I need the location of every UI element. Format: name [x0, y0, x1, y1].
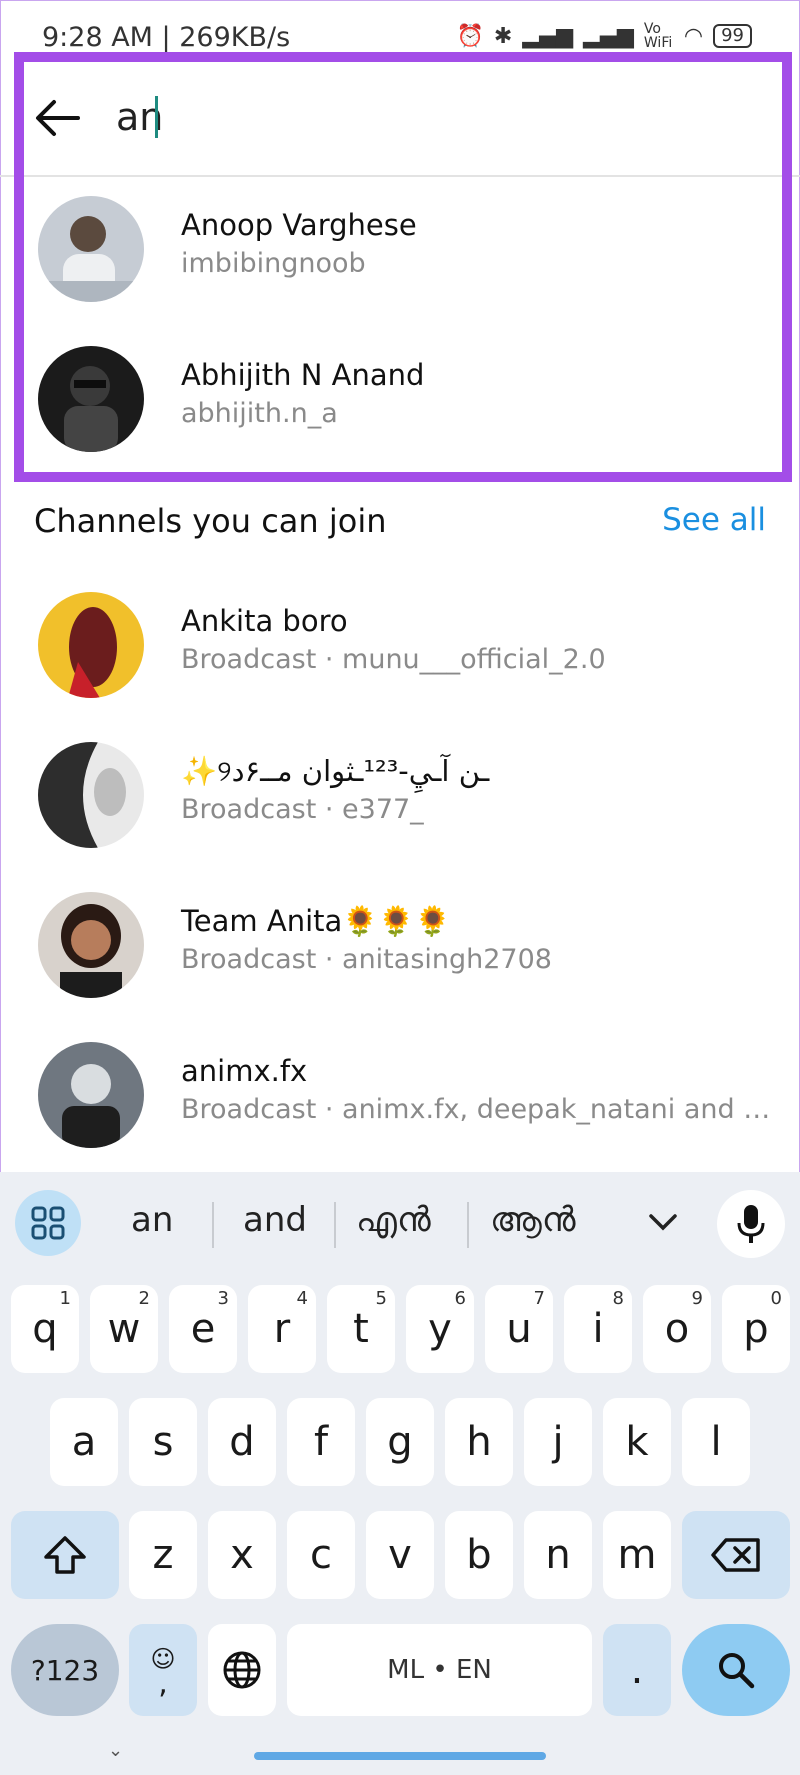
- backspace-icon: [711, 1538, 760, 1572]
- key-l[interactable]: l: [682, 1398, 750, 1486]
- channel-row[interactable]: ✨୨ـن آـيِ-¹²³ـثوان مــ۶د Broadcast · e37…: [0, 742, 800, 872]
- key-u[interactable]: u7: [485, 1285, 553, 1373]
- result-name: Anoop Varghese: [181, 208, 417, 242]
- channel-sub: Broadcast · anitasingh2708: [181, 944, 552, 975]
- key-m[interactable]: m: [603, 1511, 671, 1599]
- nav-chevron-down-icon[interactable]: ⌄: [108, 1740, 123, 1761]
- suggestion[interactable]: ആൻ: [490, 1200, 576, 1240]
- key-a[interactable]: a: [50, 1398, 118, 1486]
- channel-row[interactable]: animx.fx Broadcast · animx.fx, deepak_na…: [0, 1042, 800, 1172]
- channel-sub: Broadcast · munu___official_2.0: [181, 644, 606, 675]
- key-c[interactable]: c: [287, 1511, 355, 1599]
- channel-name: Team Anita🌻🌻🌻: [181, 904, 451, 938]
- key-e[interactable]: e3: [169, 1285, 237, 1373]
- signal-icon-2: ▂▄▆: [583, 23, 634, 49]
- avatar: [38, 742, 144, 848]
- chevron-down-icon[interactable]: [648, 1212, 678, 1234]
- result-username: imbibingnoob: [181, 248, 366, 279]
- status-time: 9:28 AM | 269KB/s: [42, 22, 291, 53]
- avatar: [38, 592, 144, 698]
- text-cursor: [155, 96, 158, 138]
- keyboard: an and എൻ ആൻ q1 w2 e3 r4 t5 y6 u7 i8 o9 …: [0, 1172, 800, 1775]
- result-row[interactable]: Anoop Varghese imbibingnoob: [0, 196, 800, 326]
- battery-icon: 99: [713, 24, 752, 48]
- wifi-icon: ◠: [683, 23, 704, 49]
- key-b[interactable]: b: [445, 1511, 513, 1599]
- key-o[interactable]: o9: [643, 1285, 711, 1373]
- status-bar: 9:28 AM | 269KB/s ⏰ ✱ ▂▄▆ ▂▄▆ Vo WiFi ◠ …: [0, 0, 800, 58]
- result-row[interactable]: Abhijith N Anand abhijith.n_a: [0, 346, 800, 476]
- key-j[interactable]: j: [524, 1398, 592, 1486]
- avatar: [38, 196, 144, 302]
- key-d[interactable]: d: [208, 1398, 276, 1486]
- network-label: Vo WiFi: [643, 21, 673, 51]
- suggestion-bar: an and എൻ ആൻ: [0, 1172, 800, 1276]
- suggestion[interactable]: an: [131, 1200, 173, 1240]
- see-all-link[interactable]: See all: [662, 502, 766, 538]
- status-icons: ⏰ ✱ ▂▄▆ ▂▄▆ Vo WiFi ◠ 99: [457, 22, 752, 50]
- key-p[interactable]: p0: [722, 1285, 790, 1373]
- shift-key[interactable]: [11, 1511, 119, 1599]
- globe-key[interactable]: [208, 1624, 276, 1716]
- key-k[interactable]: k: [603, 1398, 671, 1486]
- divider: [212, 1202, 214, 1248]
- bluetooth-icon: ✱: [493, 23, 513, 49]
- key-v[interactable]: v: [366, 1511, 434, 1599]
- channel-sub: Broadcast · e377_: [181, 794, 424, 825]
- period-key[interactable]: .: [603, 1624, 671, 1716]
- avatar: [38, 346, 144, 452]
- result-name: Abhijith N Anand: [181, 358, 425, 392]
- avatar: [38, 892, 144, 998]
- key-w[interactable]: w2: [90, 1285, 158, 1373]
- channel-sub: Broadcast · animx.fx, deepak_natani and …: [181, 1094, 771, 1125]
- symbols-key[interactable]: ?123: [11, 1624, 119, 1716]
- suggestion[interactable]: എൻ: [356, 1200, 431, 1240]
- suggestion[interactable]: and: [243, 1200, 307, 1240]
- shift-icon: [44, 1536, 86, 1574]
- backspace-key[interactable]: [682, 1511, 790, 1599]
- key-n[interactable]: n: [524, 1511, 592, 1599]
- channel-row[interactable]: Team Anita🌻🌻🌻 Broadcast · anitasingh2708: [0, 892, 800, 1022]
- key-i[interactable]: i8: [564, 1285, 632, 1373]
- key-q[interactable]: q1: [11, 1285, 79, 1373]
- section-title: Channels you can join: [34, 502, 387, 540]
- key-g[interactable]: g: [366, 1398, 434, 1486]
- key-s[interactable]: s: [129, 1398, 197, 1486]
- divider: [467, 1202, 469, 1248]
- mic-icon[interactable]: [717, 1190, 785, 1258]
- alarm-icon: ⏰: [456, 23, 484, 49]
- key-y[interactable]: y6: [406, 1285, 474, 1373]
- channel-name: ✨୨ـن آـيِ-¹²³ـثوان مــ۶د: [181, 754, 490, 788]
- key-h[interactable]: h: [445, 1398, 513, 1486]
- globe-icon: [223, 1651, 261, 1689]
- key-x[interactable]: x: [208, 1511, 276, 1599]
- key-t[interactable]: t5: [327, 1285, 395, 1373]
- search-icon: [719, 1653, 755, 1689]
- search-header: [0, 58, 800, 177]
- divider: [334, 1202, 336, 1248]
- back-arrow-icon[interactable]: [34, 94, 82, 142]
- result-username: abhijith.n_a: [181, 398, 338, 429]
- emoji-comma-key[interactable]: ☺ ,: [129, 1624, 197, 1716]
- key-z[interactable]: z: [129, 1511, 197, 1599]
- search-key[interactable]: [682, 1624, 790, 1716]
- channel-name: Ankita boro: [181, 604, 348, 638]
- avatar: [38, 1042, 144, 1148]
- apps-grid-icon[interactable]: [15, 1190, 81, 1256]
- space-key[interactable]: ML • EN: [287, 1624, 592, 1716]
- channel-row[interactable]: Ankita boro Broadcast · munu___official_…: [0, 592, 800, 722]
- key-r[interactable]: r4: [248, 1285, 316, 1373]
- channel-name: animx.fx: [181, 1054, 308, 1088]
- key-f[interactable]: f: [287, 1398, 355, 1486]
- search-input[interactable]: [114, 88, 718, 146]
- home-indicator[interactable]: [254, 1752, 546, 1760]
- signal-icon: ▂▄▆: [522, 23, 574, 49]
